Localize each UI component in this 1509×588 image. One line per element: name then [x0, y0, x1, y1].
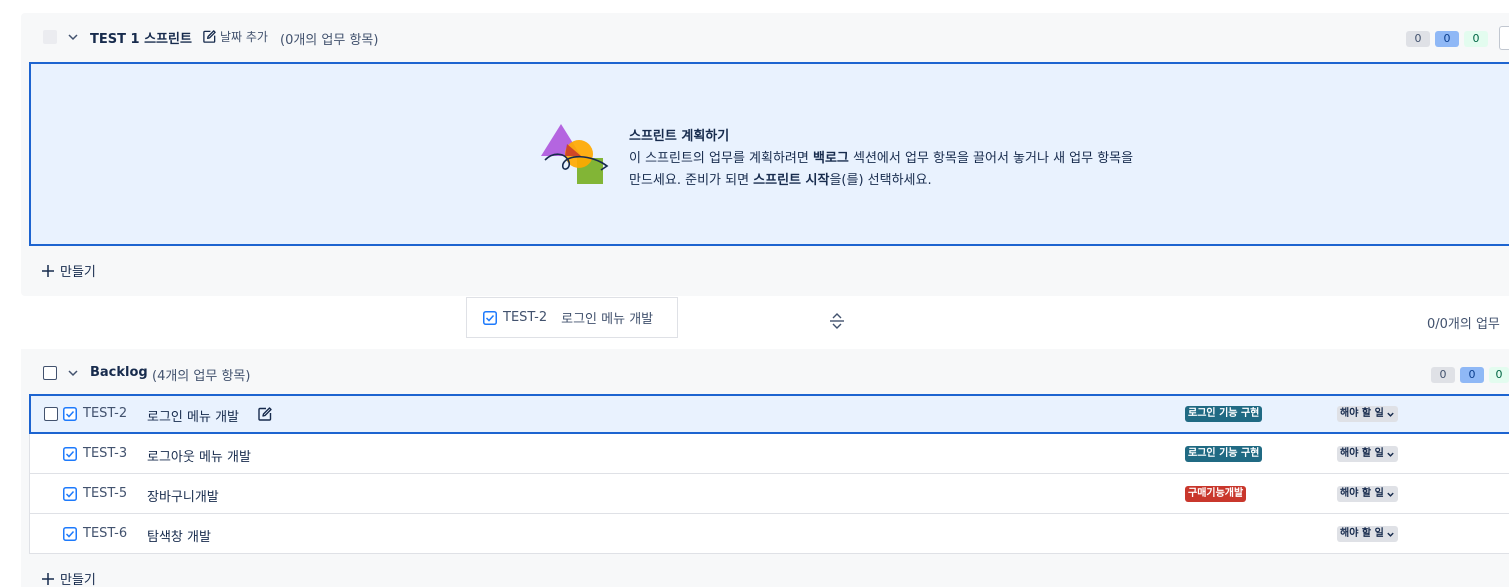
resize-handle-icon[interactable]: [829, 312, 845, 330]
status-label: 해야 할 일: [1340, 528, 1384, 539]
edit-icon[interactable]: [257, 406, 273, 422]
empty-state-title: 스프린트 계획하기: [629, 129, 730, 144]
sprint-progress-text: 0/0개의 업무: [1427, 317, 1500, 332]
add-date-label: 날짜 추가: [220, 30, 268, 44]
backlog-issue-list: TEST-2 로그인 메뉴 개발 로그인 기능 구현 해야 할 일 TEST-3…: [29, 394, 1509, 554]
sprint-todo-count-badge: 0: [1406, 31, 1430, 47]
chevron-down-icon: [1387, 452, 1394, 457]
edit-icon: [203, 30, 216, 43]
story-icon: [483, 310, 497, 325]
issue-row[interactable]: TEST-6 탐색창 개발 해야 할 일: [29, 514, 1509, 554]
backlog-create-button[interactable]: 만들기: [41, 569, 96, 588]
plus-icon: [42, 572, 54, 585]
sprint-actions-button[interactable]: [1499, 26, 1509, 50]
sprint-title: TEST 1 스프린트: [90, 32, 192, 47]
empty-state-description: 이 스프린트의 업무를 계획하려면 백로그 섹션에서 업무 항목을 끌어서 놓거…: [629, 151, 1134, 188]
issue-summary: 탐색창 개발: [147, 530, 211, 545]
dragged-issue-key: TEST-2: [503, 310, 548, 325]
story-icon: [63, 407, 77, 421]
issue-key[interactable]: TEST-5: [83, 486, 127, 501]
status-label: 해야 할 일: [1340, 488, 1384, 499]
sprint-select-checkbox: [43, 30, 57, 44]
status-dropdown[interactable]: 해야 할 일: [1337, 526, 1398, 542]
chevron-down-icon[interactable]: [65, 29, 81, 45]
status-dropdown[interactable]: 해야 할 일: [1337, 406, 1398, 422]
issue-select-checkbox[interactable]: [44, 407, 58, 421]
status-dropdown[interactable]: 해야 할 일: [1337, 486, 1398, 502]
backlog-create-label: 만들기: [60, 573, 96, 588]
sprint-create-button[interactable]: 만들기: [41, 261, 96, 280]
chevron-down-icon: [1387, 532, 1394, 537]
plus-icon: [42, 264, 54, 277]
backlog-link-text: 백로그: [812, 151, 849, 166]
chevron-down-icon[interactable]: [65, 365, 81, 381]
sprint-inprogress-count-badge: 0: [1435, 31, 1459, 47]
sprint-planning-illustration-icon: [541, 124, 609, 184]
chevron-down-icon: [1387, 412, 1394, 417]
status-dropdown[interactable]: 해야 할 일: [1337, 446, 1398, 462]
sprint-header: TEST 1 스프린트 날짜 추가 (0개의 업무 항목) 0 0 0: [21, 13, 1509, 61]
issue-row[interactable]: TEST-3 로그아웃 메뉴 개발 로그인 기능 구현 해야 할 일: [29, 434, 1509, 474]
issue-key[interactable]: TEST-6: [83, 526, 127, 541]
status-label: 해야 할 일: [1340, 448, 1384, 459]
epic-badge: 로그인 기능 구현: [1185, 406, 1263, 422]
story-icon: [63, 487, 77, 501]
issue-key[interactable]: TEST-3: [83, 446, 127, 461]
add-date-button[interactable]: 날짜 추가: [202, 28, 268, 45]
story-icon: [63, 527, 77, 541]
status-label: 해야 할 일: [1340, 408, 1384, 419]
backlog-select-checkbox[interactable]: [43, 366, 57, 380]
issue-summary: 로그인 메뉴 개발: [147, 410, 239, 425]
issue-row[interactable]: TEST-5 장바구니개발 구매기능개발 해야 할 일: [29, 474, 1509, 514]
issue-row[interactable]: TEST-2 로그인 메뉴 개발 로그인 기능 구현 해야 할 일: [29, 394, 1509, 434]
story-icon: [63, 447, 77, 461]
backlog-done-count-badge: 0: [1489, 367, 1509, 383]
sprint-create-label: 만들기: [60, 265, 96, 280]
dragged-issue-preview[interactable]: TEST-2 로그인 메뉴 개발: [466, 297, 678, 338]
sprint-card: TEST 1 스프린트 날짜 추가 (0개의 업무 항목) 0 0 0 스프린트…: [21, 13, 1509, 296]
dragged-issue-summary: 로그인 메뉴 개발: [561, 312, 654, 327]
start-sprint-text: 스프린트 시작: [753, 173, 830, 188]
backlog-card: Backlog (4개의 업무 항목) 0 0 0 TEST-2 로그인 메뉴 …: [21, 349, 1509, 588]
epic-badge: 로그인 기능 구현: [1185, 446, 1263, 462]
backlog-issue-count: (4개의 업무 항목): [152, 369, 251, 384]
backlog-inprogress-count-badge: 0: [1460, 367, 1484, 383]
issue-summary: 장바구니개발: [147, 490, 219, 505]
sprint-done-count-badge: 0: [1464, 31, 1488, 47]
chevron-down-icon: [1387, 492, 1394, 497]
backlog-title: Backlog: [90, 365, 148, 380]
issue-summary: 로그아웃 메뉴 개발: [147, 450, 251, 465]
backlog-todo-count-badge: 0: [1431, 367, 1455, 383]
sprint-issue-count: (0개의 업무 항목): [280, 33, 379, 48]
epic-badge: 구매기능개발: [1185, 486, 1247, 502]
issue-key[interactable]: TEST-2: [83, 406, 127, 421]
sprint-drop-zone[interactable]: 스프린트 계획하기 이 스프린트의 업무를 계획하려면 백로그 섹션에서 업무 …: [29, 62, 1509, 246]
